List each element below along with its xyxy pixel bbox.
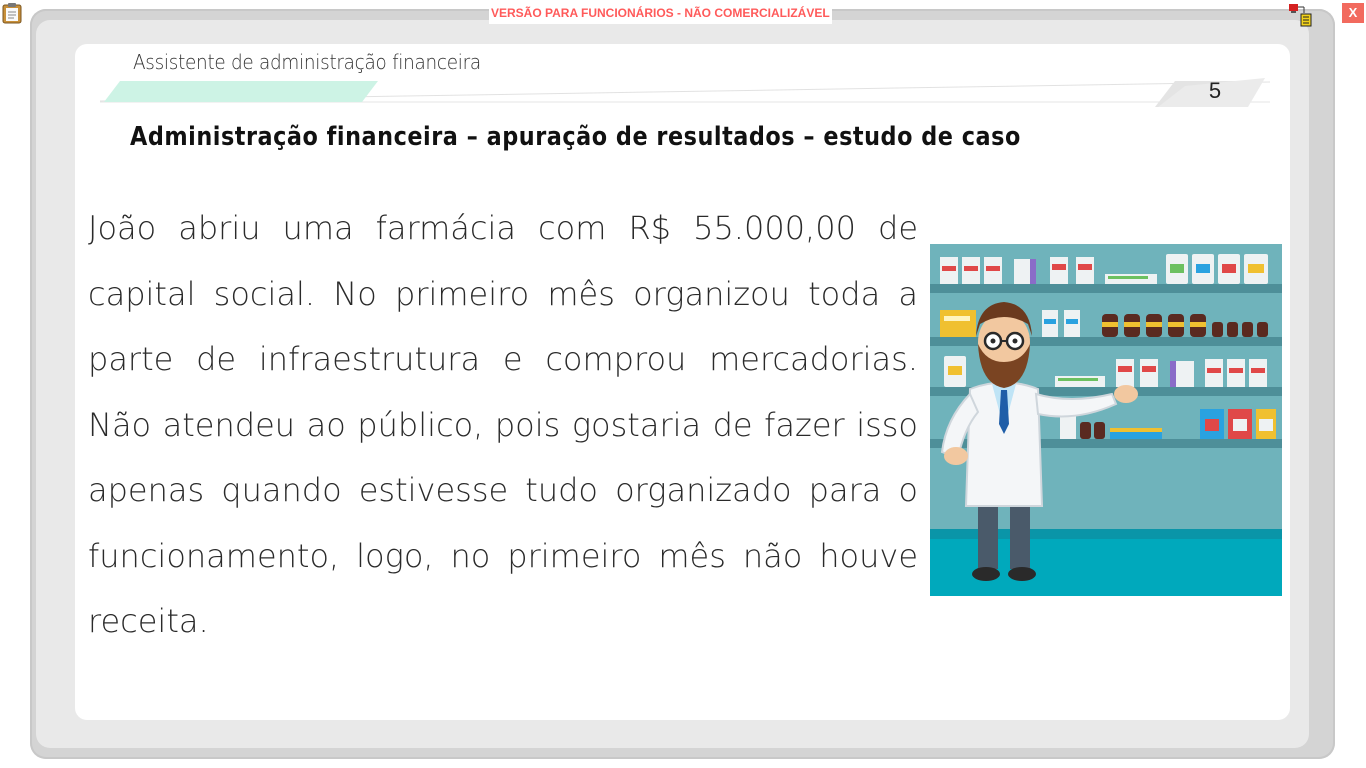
page-title: Administração financeira – apuração de r… [130, 122, 1021, 152]
network-status-icon[interactable] [1288, 3, 1314, 27]
pharmacist-illustration [930, 244, 1282, 596]
watermark-label: VERSÃO PARA FUNCIONÁRIOS - NÃO COMERCIAL… [489, 6, 832, 24]
course-subject: Assistente de administração financeira [133, 50, 481, 74]
case-study-text: João abriu uma farmácia com R$ 55.000,00… [88, 209, 918, 640]
close-button[interactable]: X [1342, 3, 1364, 23]
page-number: 5 [1208, 78, 1222, 103]
clipboard-icon[interactable] [2, 2, 22, 24]
header-band [100, 78, 1270, 107]
